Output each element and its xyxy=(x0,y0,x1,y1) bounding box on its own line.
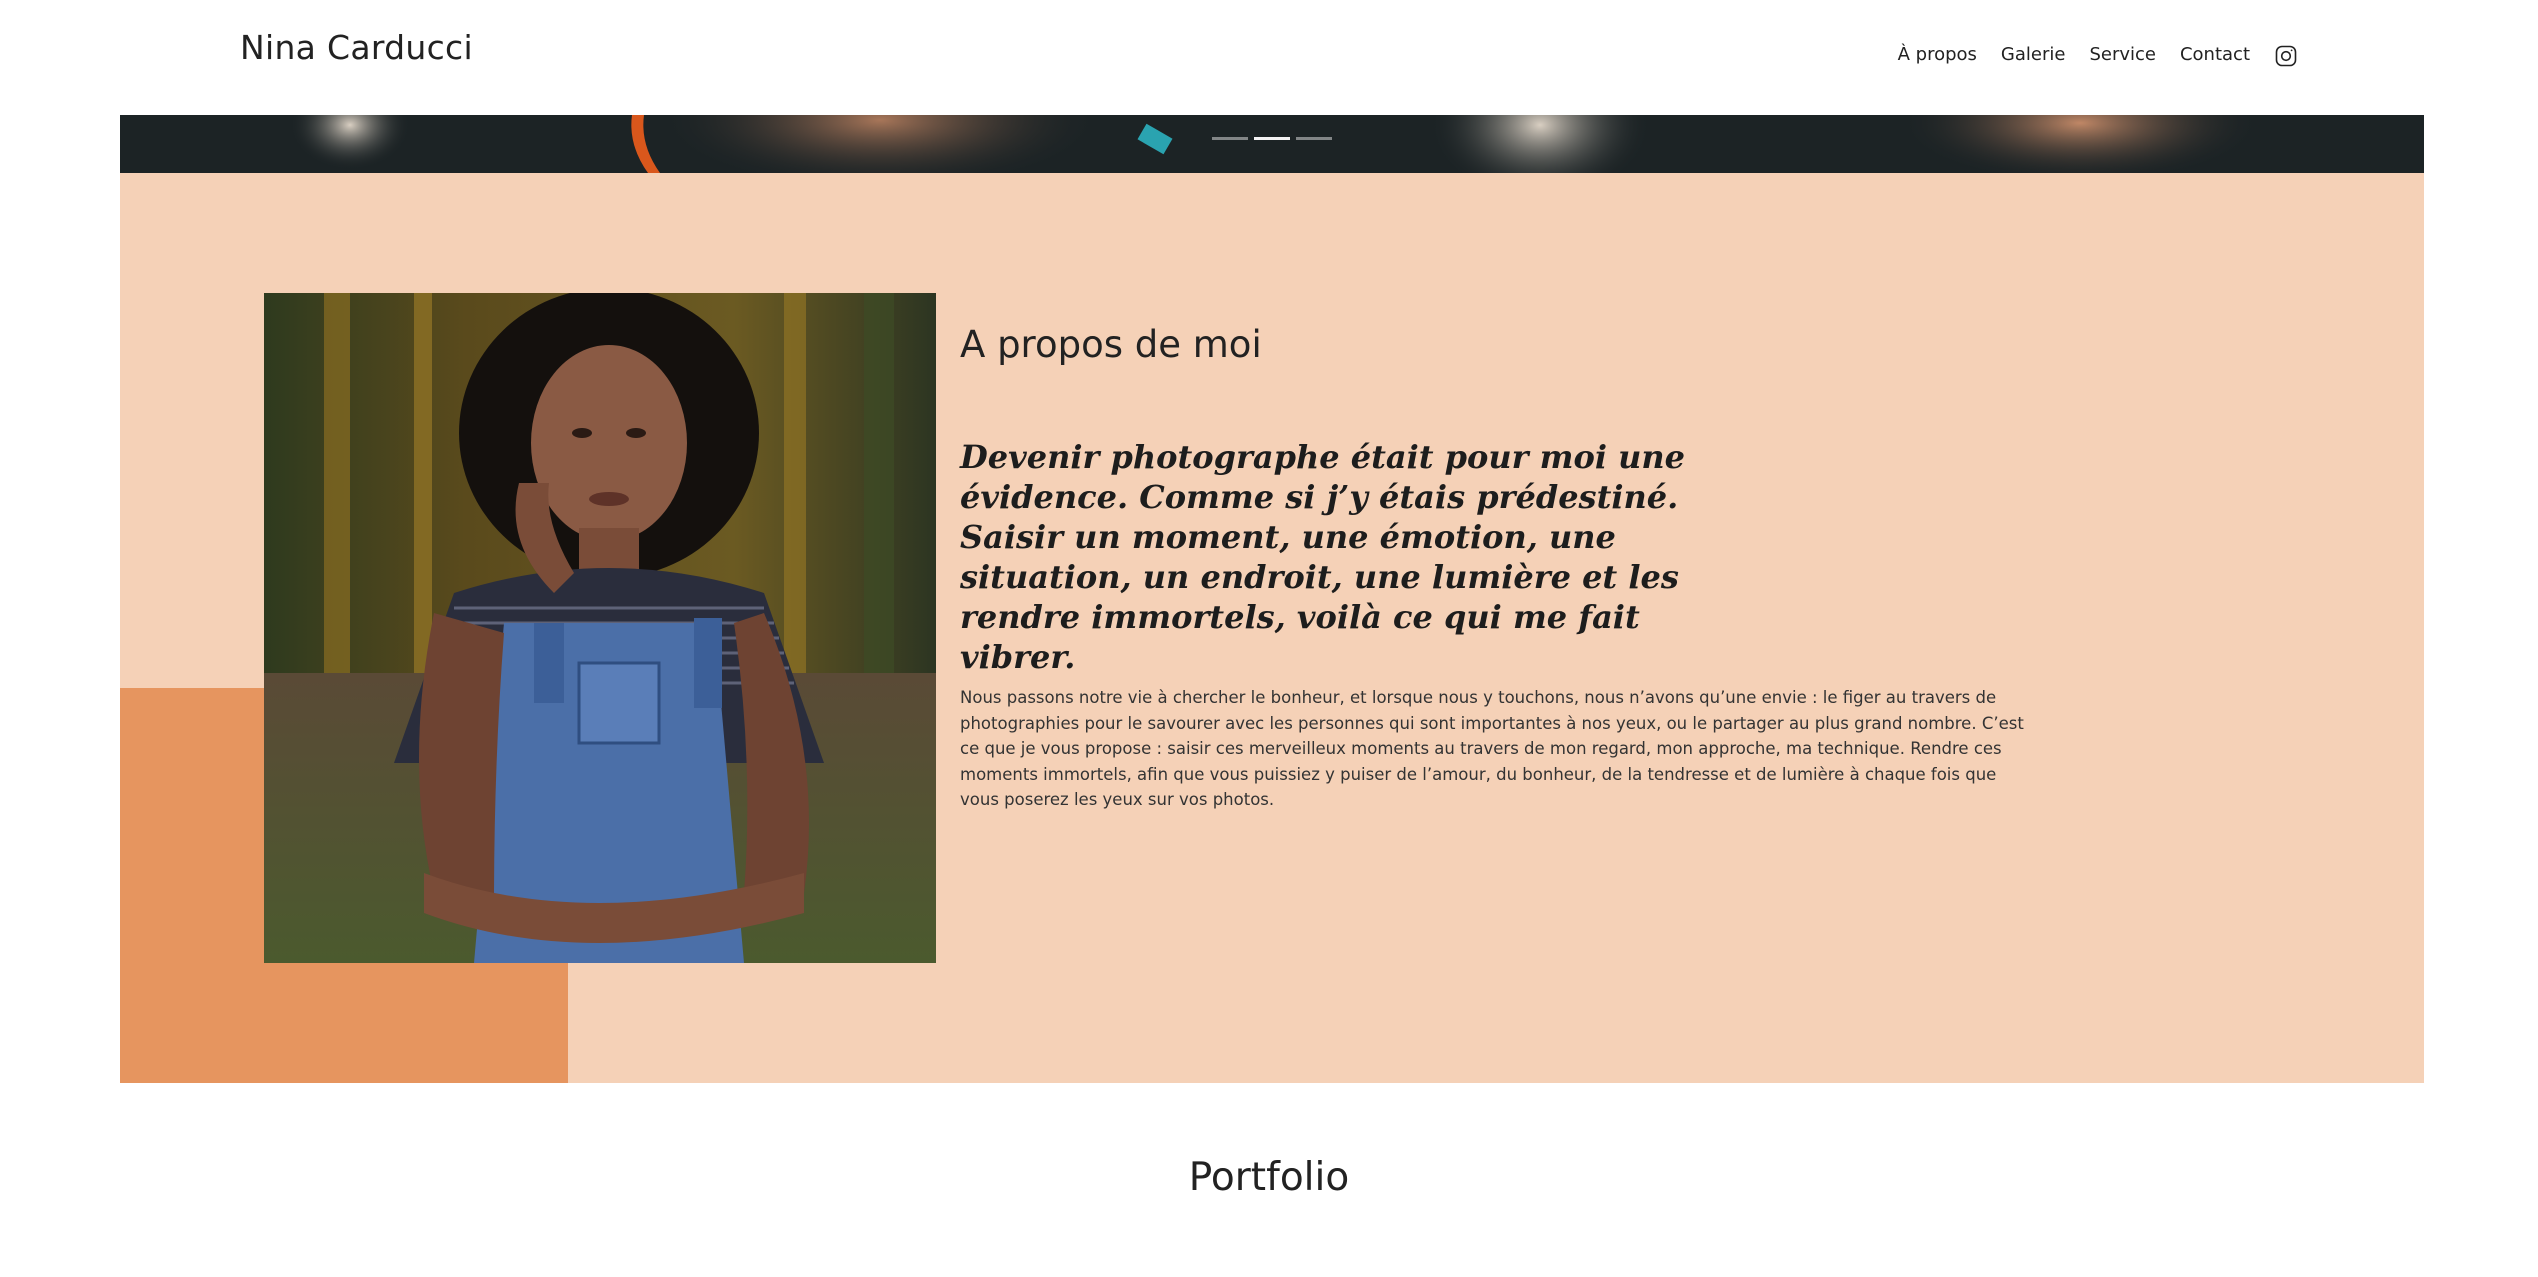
site-header: Nina Carducci À propos Galerie Service C… xyxy=(0,0,2538,115)
main-nav: À propos Galerie Service Contact xyxy=(1898,42,2298,68)
carousel-dot-3[interactable] xyxy=(1296,137,1332,140)
about-content: A propos de moi Devenir photographe étai… xyxy=(960,323,2040,813)
portrait-photo xyxy=(264,293,936,963)
carousel-indicators xyxy=(1212,137,1332,140)
instagram-icon[interactable] xyxy=(2274,44,2298,68)
about-body: Nous passons notre vie à chercher le bon… xyxy=(960,688,2024,810)
nav-item-contact[interactable]: Contact xyxy=(2180,44,2250,65)
hero-carousel xyxy=(120,115,2424,173)
nav-item-a-propos[interactable]: À propos xyxy=(1898,44,1977,65)
brand-name[interactable]: Nina Carducci xyxy=(240,28,473,67)
carousel-dot-1[interactable] xyxy=(1212,137,1248,140)
nav-item-galerie[interactable]: Galerie xyxy=(2001,44,2066,65)
about-quote: Devenir photographe était pour moi une é… xyxy=(960,438,1686,677)
nav-item-service[interactable]: Service xyxy=(2089,44,2156,65)
carousel-dot-2[interactable] xyxy=(1254,137,1290,140)
about-section: A propos de moi Devenir photographe étai… xyxy=(120,173,2424,1083)
hero-image xyxy=(120,115,2424,173)
about-title: A propos de moi xyxy=(960,323,1262,366)
portfolio-title: Portfolio xyxy=(1188,1155,1350,1200)
